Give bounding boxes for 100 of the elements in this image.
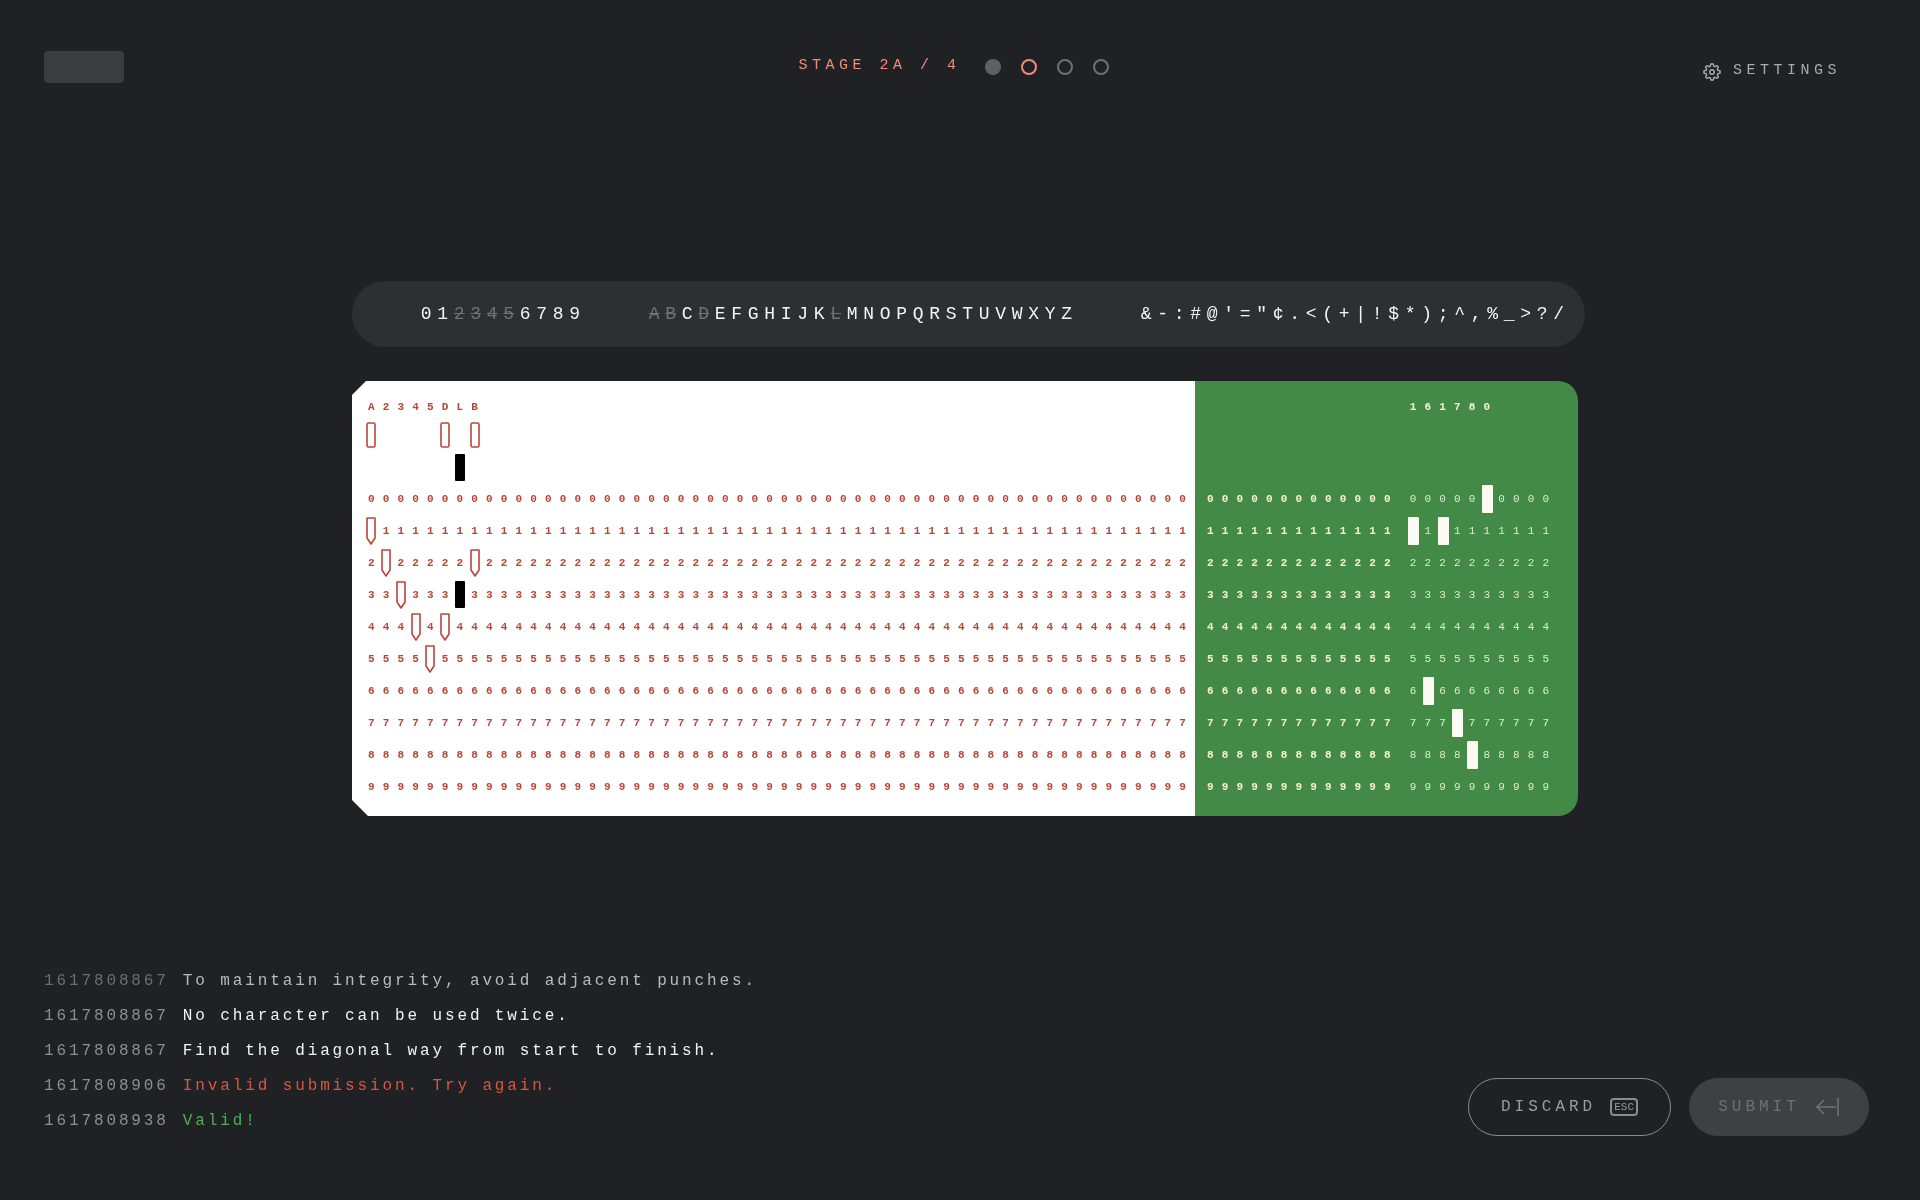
charset-character: $	[1387, 305, 1401, 323]
charset-character: H	[763, 305, 777, 323]
charset-character: G	[746, 305, 760, 323]
charset-character: ?	[1535, 305, 1549, 323]
charset-character: 3	[469, 305, 483, 323]
charset-character: 0	[419, 305, 433, 323]
digit-row-text: 8888 88888	[1408, 749, 1558, 761]
charset-character: (	[1321, 305, 1335, 323]
charset-character: /	[1552, 305, 1566, 323]
charset-character: >	[1519, 305, 1533, 323]
charset-character: N	[862, 305, 876, 323]
digit-row-text: 1111111111111	[1206, 525, 1399, 537]
digit-row-text: 00000 0000	[1408, 493, 1558, 505]
charset-character: +	[1337, 305, 1351, 323]
charset-character: ¢	[1271, 305, 1285, 323]
charset-character: @	[1205, 305, 1219, 323]
column-labels: 161780	[1408, 401, 1499, 413]
digit-row-text: 5555555555	[1408, 653, 1558, 665]
digit-row-text: 5555555555555	[1206, 653, 1399, 665]
charset-character: I	[779, 305, 793, 323]
charset-character: &	[1139, 305, 1153, 323]
digit-row-text: 6666666666666	[1206, 685, 1399, 697]
digit-row-text: 8888888888888	[1206, 749, 1399, 761]
digit-row-text: 88888888888888888888888888888888888888888888888888888888	[367, 749, 1195, 761]
digit-row-text: 5555 555555555555555555555555555555555555555555555555555	[367, 653, 1195, 665]
digit-row-text: 2 22222 222222222222222222222222222222222222222222222222	[367, 557, 1195, 569]
charset-character: W	[1010, 305, 1024, 323]
charset-character: 9	[568, 305, 582, 323]
digit-row-text: 1 1111111	[1423, 525, 1558, 537]
settings-button[interactable]: SETTINGS	[1703, 60, 1841, 83]
digit-row-text: 2222222222	[1408, 557, 1558, 569]
digit-row-text: 00000000000000000000000000000000000000000000000000000000	[367, 493, 1195, 505]
log-timestamp: 1617808906	[44, 1076, 169, 1096]
charset-character: Z	[1060, 305, 1074, 323]
charset-character: V	[994, 305, 1008, 323]
charset-character: A	[647, 305, 661, 323]
charset-character: Y	[1043, 305, 1057, 323]
charset-character: M	[845, 305, 859, 323]
charset-character: K	[812, 305, 826, 323]
charset-character: 5	[502, 305, 516, 323]
charset-character: |	[1354, 305, 1368, 323]
logo-placeholder[interactable]	[44, 50, 124, 83]
charset-character: S	[944, 305, 958, 323]
digit-row-text: 9999999999	[1408, 781, 1558, 793]
charset-character: T	[961, 305, 975, 323]
charset-character: P	[895, 305, 909, 323]
charset-character: )	[1420, 305, 1434, 323]
charset-character: %	[1486, 305, 1500, 323]
charset-character: *	[1403, 305, 1417, 323]
log-timestamp: 1617808867	[44, 971, 169, 991]
charset-character: Q	[911, 305, 925, 323]
charset-character: <	[1304, 305, 1318, 323]
charset-character: 7	[535, 305, 549, 323]
charset-character: 6	[518, 305, 532, 323]
charset-character: O	[878, 305, 892, 323]
digit-row-text: 3333333333	[1408, 589, 1558, 601]
log-message: To maintain integrity, avoid adjacent punches.	[182, 971, 757, 991]
charset-character: :	[1172, 305, 1186, 323]
log-timestamp: 1617808867	[44, 1041, 169, 1061]
digit-row-text: 777 777777	[1408, 717, 1558, 729]
charset-character: 1	[436, 305, 450, 323]
charset-character: !	[1370, 305, 1384, 323]
digit-row-text: 7777777777777	[1206, 717, 1399, 729]
log-message: Invalid submission. Try again.	[182, 1076, 558, 1096]
key-hint: ESC	[1610, 1098, 1638, 1116]
charset-character: #	[1189, 305, 1203, 323]
stage-indicator: STAGE 2A / 4	[798, 56, 961, 77]
log-timestamp: 1617808938	[44, 1111, 169, 1131]
charset-character: F	[730, 305, 744, 323]
settings-icon	[1703, 62, 1721, 81]
digit-row-text: 444 4 44444444444444444444444444444444444444444444444444	[367, 621, 1195, 633]
log-message: Find the diagonal way from start to finish.	[182, 1041, 720, 1061]
charset-character: C	[680, 305, 694, 323]
charset-character: 4	[485, 305, 499, 323]
charset-character: ,	[1469, 305, 1483, 323]
charset-character: R	[928, 305, 942, 323]
digit-row-text: 6 66666666	[1408, 685, 1558, 697]
charset-character: 8	[551, 305, 565, 323]
digit-row-text: 77777777777777777777777777777777777777777777777777777777	[367, 717, 1195, 729]
charset-character: 2	[452, 305, 466, 323]
digit-row-text: 4444444444444	[1206, 621, 1399, 633]
digit-row-text: 0000000000000	[1206, 493, 1399, 505]
digit-row-text: 4444444444	[1408, 621, 1558, 633]
digit-row-text: 66666666666666666666666666666666666666666666666666666666	[367, 685, 1195, 697]
column-labels: A2345DLB	[367, 401, 486, 413]
charset-character: D	[697, 305, 711, 323]
enter-arrow-icon	[1813, 1096, 1840, 1118]
log-message: Valid!	[182, 1111, 258, 1131]
charset-character: E	[713, 305, 727, 323]
log-message: No character can be used twice.	[182, 1006, 570, 1026]
charset-character: .	[1288, 305, 1302, 323]
digit-row-text: 33 333 3333333333333333333333333333333333333333333333333	[367, 589, 1195, 601]
charset-character: =	[1238, 305, 1252, 323]
digit-row-text: 3333333333333	[1206, 589, 1399, 601]
charset-character: J	[796, 305, 810, 323]
digit-row-text: 99999999999999999999999999999999999999999999999999999999	[367, 781, 1195, 793]
charset-character: L	[829, 305, 843, 323]
charset-character: ^	[1453, 305, 1467, 323]
log-timestamp: 1617808867	[44, 1006, 169, 1026]
charset-character: ;	[1436, 305, 1450, 323]
